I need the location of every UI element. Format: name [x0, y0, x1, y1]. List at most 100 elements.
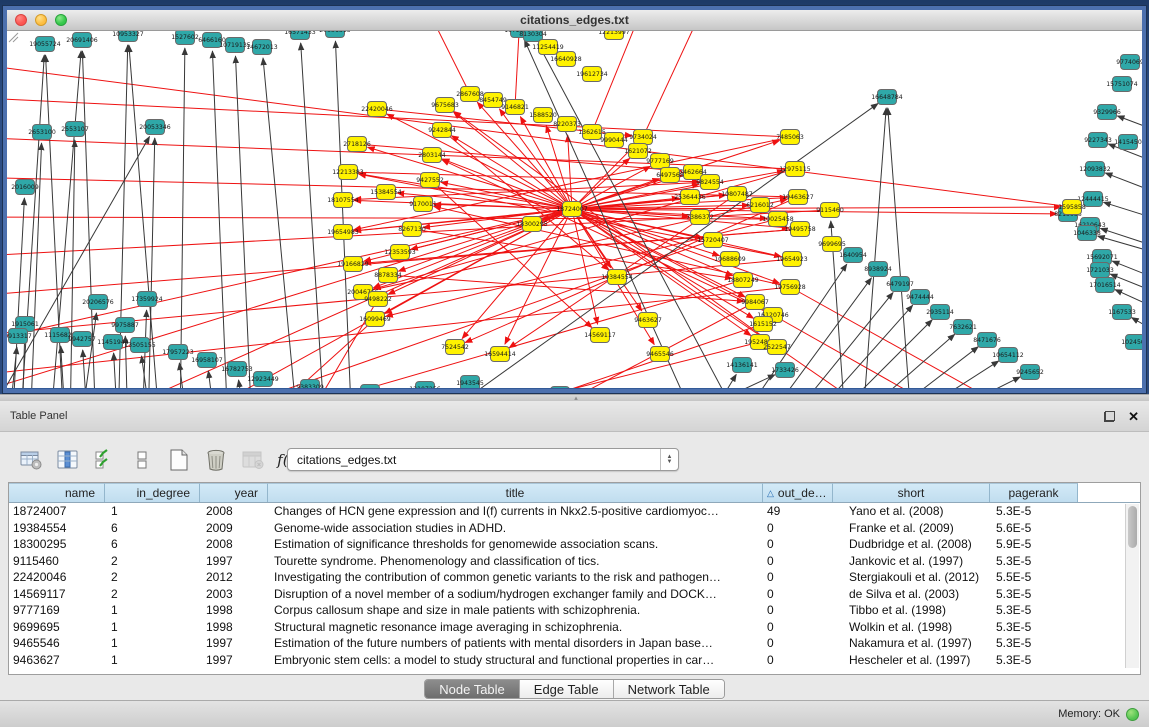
- table-scrollbar[interactable]: [1125, 504, 1139, 668]
- row-tools-icon[interactable]: [129, 447, 155, 473]
- graph-edge[interactable]: [208, 371, 216, 388]
- graph-node[interactable]: 7485063: [776, 130, 804, 145]
- table-row[interactable]: 1872400712008Changes of HCN gene express…: [9, 503, 1140, 520]
- graph-node[interactable]: 9984067: [741, 295, 769, 310]
- graph-edge[interactable]: [643, 31, 700, 137]
- graph-node[interactable]: 13505155: [124, 338, 156, 353]
- graph-edge[interactable]: [411, 209, 572, 249]
- table-row[interactable]: 946554611997Estimation of the future num…: [9, 635, 1140, 652]
- graph-node[interactable]: 9242844: [428, 123, 456, 138]
- graph-node[interactable]: 1024502: [1121, 335, 1142, 350]
- graph-node[interactable]: 6479197: [886, 277, 914, 292]
- graph-node[interactable]: 9824554: [696, 175, 724, 190]
- minimize-window-icon[interactable]: [35, 14, 47, 26]
- graph-edge[interactable]: [7, 97, 790, 137]
- window-resize-grip-icon[interactable]: [7, 31, 19, 43]
- graph-node[interactable]: 2718126: [343, 137, 371, 152]
- graph-node[interactable]: 16571433: [284, 31, 316, 40]
- graph-edge[interactable]: [800, 305, 913, 388]
- column-header-pagerank[interactable]: pagerank: [990, 483, 1078, 502]
- graph-node[interactable]: 1943545: [456, 376, 484, 389]
- select-columns-icon[interactable]: [55, 447, 81, 473]
- graph-node[interactable]: 10953327: [112, 31, 144, 42]
- graph-edge[interactable]: [380, 342, 760, 388]
- graph-node[interactable]: 9115460: [816, 203, 844, 218]
- network-window[interactable]: citations_edges.txt 18724007190557242069…: [3, 6, 1146, 393]
- graph-node[interactable]: 19055724: [29, 37, 61, 52]
- graph-edge[interactable]: [7, 62, 1072, 207]
- table-selector-dropdown[interactable]: citations_edges.txt ▲▼: [287, 448, 679, 471]
- graph-node[interactable]: 1527602: [171, 31, 199, 45]
- graph-node[interactable]: 1415450: [1114, 135, 1142, 150]
- graph-node[interactable]: 16594414: [484, 347, 516, 362]
- table-options-icon[interactable]: [18, 447, 44, 473]
- graph-node[interactable]: 1046338: [1073, 226, 1101, 241]
- graph-node[interactable]: 8220373: [553, 117, 581, 132]
- graph-node[interactable]: 17359924: [131, 292, 163, 307]
- graph-edge[interactable]: [1117, 116, 1142, 132]
- tab-network-table[interactable]: Network Table: [614, 680, 724, 698]
- graph-edge[interactable]: [862, 108, 886, 388]
- graph-node[interactable]: 1640954: [839, 248, 867, 263]
- graph-node[interactable]: 9427552: [416, 173, 444, 188]
- graph-node[interactable]: 12975115: [779, 162, 811, 177]
- graph-node[interactable]: 6216012: [746, 198, 774, 213]
- graph-node[interactable]: 9675683: [431, 98, 459, 113]
- graph-node[interactable]: 20206576: [82, 295, 114, 310]
- panel-splitter[interactable]: ▴: [0, 394, 1149, 401]
- graph-node[interactable]: 19166829: [337, 257, 369, 272]
- graph-node[interactable]: 17957223: [162, 345, 194, 360]
- table-row[interactable]: 1830029562008Estimation of significance …: [9, 536, 1140, 553]
- graph-node[interactable]: 1651465: [546, 387, 574, 389]
- network-window-titlebar[interactable]: citations_edges.txt: [7, 10, 1142, 31]
- column-header-in_degree[interactable]: in_degree: [105, 483, 200, 502]
- float-panel-icon[interactable]: [1104, 411, 1115, 422]
- graph-node[interactable]: 9777169: [646, 154, 674, 169]
- graph-edge[interactable]: [843, 334, 955, 388]
- close-panel-icon[interactable]: ✕: [1128, 410, 1139, 423]
- create-column-icon[interactable]: [166, 447, 192, 473]
- table-row[interactable]: 2242004622012Investigating the contribut…: [9, 569, 1140, 586]
- table-row[interactable]: 969969511998Structural magnetic resonanc…: [9, 619, 1140, 636]
- graph-node[interactable]: 20053346: [139, 120, 171, 135]
- graph-edge[interactable]: [301, 43, 325, 388]
- graph-node[interactable]: 9734024: [629, 130, 657, 145]
- graph-node[interactable]: 6497568: [656, 168, 684, 183]
- graph-node[interactable]: 15751074: [1106, 77, 1138, 92]
- graph-edge[interactable]: [388, 275, 744, 301]
- table-row[interactable]: 977716911998Corpus callosum shape and si…: [9, 602, 1140, 619]
- graph-edge[interactable]: [430, 31, 470, 94]
- graph-edge[interactable]: [235, 56, 252, 388]
- graph-node[interactable]: 19495758: [784, 222, 816, 237]
- graph-node[interactable]: 9474444: [906, 290, 934, 305]
- graph-node[interactable]: 1733426: [771, 363, 799, 378]
- graph-node[interactable]: 9699695: [818, 237, 846, 252]
- graph-node[interactable]: 18807249: [727, 273, 759, 288]
- graph-node[interactable]: 9942757: [68, 332, 96, 347]
- graph-node[interactable]: 19654923: [776, 252, 808, 267]
- zoom-window-icon[interactable]: [55, 14, 67, 26]
- graph-node[interactable]: 8471676: [973, 333, 1001, 348]
- graph-node[interactable]: 9245652: [1016, 365, 1044, 380]
- close-window-icon[interactable]: [15, 14, 27, 26]
- tab-node-table[interactable]: Node Table: [425, 680, 520, 698]
- graph-node[interactable]: 12213997: [598, 31, 630, 40]
- graph-node[interactable]: 2653100: [28, 125, 56, 140]
- graph-edge[interactable]: [1105, 173, 1142, 194]
- graph-node[interactable]: 18107554: [327, 193, 359, 208]
- graph-edge[interactable]: [820, 320, 932, 388]
- column-header-out_de[interactable]: △out_de…: [763, 483, 833, 502]
- graph-node[interactable]: 2553107: [61, 122, 89, 137]
- graph-node[interactable]: 14672013: [246, 40, 278, 55]
- graph-node[interactable]: 9774069: [1116, 55, 1142, 70]
- graph-node[interactable]: 8878334: [374, 268, 402, 283]
- graph-node[interactable]: 7632621: [949, 320, 977, 335]
- graph-node[interactable]: 1167533: [1108, 305, 1136, 320]
- citation-network-graph[interactable]: 1872400719055724206914061095332715276026…: [7, 31, 1142, 388]
- graph-edge[interactable]: [114, 353, 118, 388]
- graph-edge[interactable]: [888, 361, 999, 388]
- graph-node[interactable]: 12107256: [409, 382, 441, 389]
- graph-node[interactable]: 9329966: [1093, 105, 1121, 120]
- graph-node[interactable]: 2016009: [11, 180, 39, 195]
- graph-edge[interactable]: [867, 347, 978, 388]
